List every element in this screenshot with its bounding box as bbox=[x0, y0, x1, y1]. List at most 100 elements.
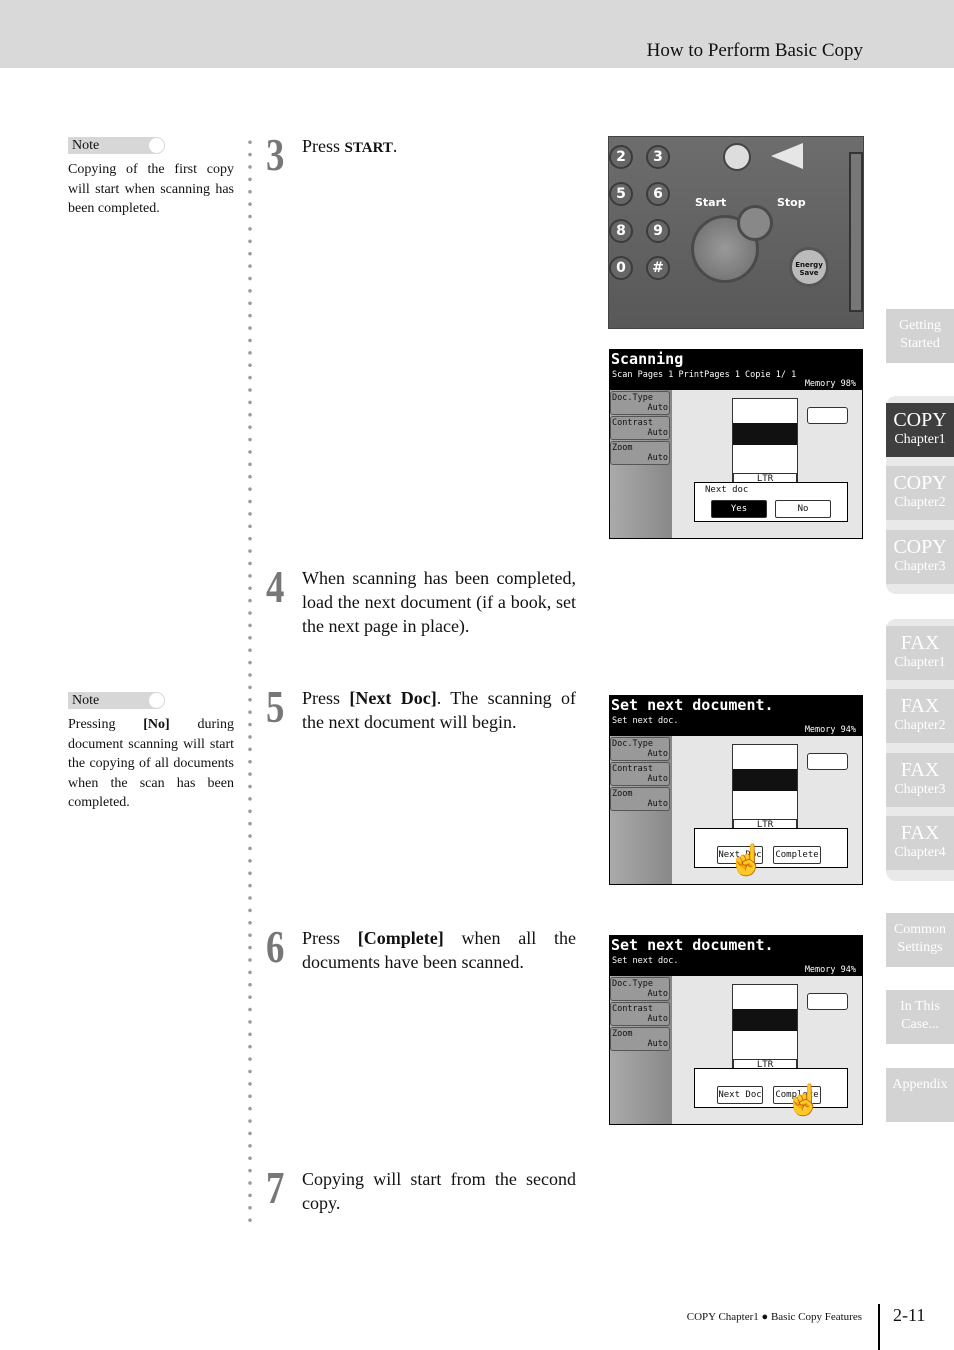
step-number: 4 bbox=[266, 561, 285, 612]
screen-setting-button: Contrast Auto bbox=[610, 416, 670, 440]
tab-label: FAX bbox=[900, 632, 940, 654]
touch-screen-1: Scanning Scan Pages 1 PrintPages 1 Copie … bbox=[609, 349, 863, 539]
tab-label: COPY bbox=[893, 409, 947, 431]
memory-indicator: Memory 94% bbox=[804, 725, 856, 735]
round-button bbox=[723, 143, 751, 171]
step-4: 4 When scanning has been completed, load … bbox=[266, 561, 576, 638]
note-text-bold: [No] bbox=[143, 717, 170, 732]
setting-value: Auto bbox=[647, 749, 668, 759]
setting-value: Auto bbox=[647, 428, 668, 438]
step-3: 3 Press START. bbox=[266, 129, 576, 180]
tab-label: FAX bbox=[900, 695, 940, 717]
tab-sublabel: Chapter1 bbox=[894, 655, 946, 670]
screen-title: Set next document. bbox=[611, 696, 774, 714]
footer-divider bbox=[878, 1304, 880, 1350]
sidebar-tab-copy-chapter3[interactable]: COPY Chapter3 bbox=[886, 530, 954, 584]
step-text: When scanning has been completed, load t… bbox=[302, 568, 576, 636]
bypass-tray-box bbox=[807, 753, 848, 770]
screen-setting-button: Zoom Auto bbox=[610, 1027, 670, 1051]
tab-label: COPY bbox=[893, 472, 947, 494]
step-text: Copying will start from the second copy. bbox=[302, 1169, 576, 1213]
sidebar-tab-in-this-case-[interactable]: In This Case... bbox=[886, 990, 954, 1044]
key-9: 9 bbox=[646, 219, 670, 243]
panel-display-edge bbox=[849, 152, 863, 312]
screen-dialog: Next Doc Complete bbox=[694, 828, 848, 868]
page-header: How to Perform Basic Copy bbox=[0, 0, 954, 68]
note-text: Copying of the first copy will start whe… bbox=[68, 162, 234, 216]
tab-sublabel: Chapter3 bbox=[894, 782, 946, 797]
step-6: 6 Press [Complete] when all the documents… bbox=[266, 921, 576, 974]
control-panel-image: 2 3 5 6 8 9 0 # Start Stop Energy Save bbox=[608, 136, 864, 329]
screen-dialog: Next doc Yes No bbox=[694, 482, 848, 522]
setting-label: Zoom bbox=[612, 1029, 633, 1039]
back-arrow-icon bbox=[771, 143, 803, 169]
footer-chapter: COPY Chapter1 bbox=[686, 1311, 759, 1323]
dialog-button-next-doc[interactable]: Next Doc bbox=[717, 1086, 763, 1104]
dialog-button-no[interactable]: No bbox=[775, 500, 831, 518]
sidebar-tab-copy-chapter1[interactable]: COPY Chapter1 bbox=[886, 403, 954, 457]
setting-label: Doc.Type bbox=[612, 739, 653, 749]
touch-screen-3: Set next document. Set next doc. Memory 94… bbox=[609, 935, 863, 1125]
energy-save-button: Energy Save bbox=[789, 247, 829, 287]
sidebar-tab-fax-chapter4[interactable]: FAX Chapter4 bbox=[886, 816, 954, 870]
step-text: . bbox=[392, 136, 398, 156]
step-5: 5 Press [Next Doc]. The scanning of the n… bbox=[266, 681, 576, 734]
step-7: 7 Copying will start from the second copy… bbox=[266, 1162, 576, 1215]
screen-setting-button: Doc.Type Auto bbox=[610, 391, 670, 415]
screen-setting-button: Zoom Auto bbox=[610, 787, 670, 811]
tab-label: Appendix bbox=[892, 1077, 948, 1092]
sidebar-tab-appendix[interactable]: Appendix bbox=[886, 1068, 954, 1122]
memory-indicator: Memory 94% bbox=[804, 965, 856, 975]
sidebar-tab-getting-started[interactable]: Getting Started bbox=[886, 309, 954, 363]
note-2: Note Pressing [No] during document scann… bbox=[68, 692, 234, 813]
pointing-hand-icon: ☝ bbox=[784, 1083, 823, 1119]
setting-value: Auto bbox=[647, 774, 668, 784]
screen-setting-button: Doc.Type Auto bbox=[610, 737, 670, 761]
sidebar-tab-fax-chapter2[interactable]: FAX Chapter2 bbox=[886, 689, 954, 743]
step-number: 5 bbox=[266, 681, 285, 732]
setting-label: Doc.Type bbox=[612, 393, 653, 403]
note-1: Note Copying of the first copy will star… bbox=[68, 137, 234, 219]
setting-label: Contrast bbox=[612, 418, 653, 428]
step-key: START bbox=[344, 140, 393, 156]
setting-label: Zoom bbox=[612, 443, 633, 453]
setting-value: Auto bbox=[647, 1014, 668, 1024]
sidebar-tab-fax-chapter3[interactable]: FAX Chapter3 bbox=[886, 753, 954, 807]
tab-sublabel: Case... bbox=[901, 1017, 939, 1032]
setting-value: Auto bbox=[647, 403, 668, 413]
setting-label: Doc.Type bbox=[612, 979, 653, 989]
dialog-label: Next doc bbox=[705, 485, 749, 495]
sidebar-tab-fax-chapter1[interactable]: FAX Chapter1 bbox=[886, 626, 954, 680]
setting-label: Zoom bbox=[612, 789, 633, 799]
screen-title: Set next document. bbox=[611, 936, 774, 954]
step-text: Press bbox=[302, 688, 350, 708]
bypass-tray-box bbox=[807, 407, 848, 424]
tab-sublabel: Chapter2 bbox=[894, 718, 946, 733]
sidebar-tab-common-settings[interactable]: Common Settings bbox=[886, 913, 954, 967]
dialog-button-complete[interactable]: Complete bbox=[773, 846, 821, 864]
setting-value: Auto bbox=[647, 453, 668, 463]
tab-label: In This bbox=[900, 999, 940, 1014]
setting-label: Contrast bbox=[612, 1004, 653, 1014]
tab-label: Getting bbox=[899, 318, 941, 333]
stop-label: Stop bbox=[777, 196, 806, 209]
tab-sublabel: Started bbox=[900, 336, 940, 351]
setting-value: Auto bbox=[647, 1039, 668, 1049]
bullet-icon: ● bbox=[761, 1311, 769, 1323]
header-title: How to Perform Basic Copy bbox=[646, 40, 863, 61]
footer-section: COPY Chapter1 ● Basic Copy Features bbox=[687, 1311, 862, 1323]
screen-setting-button: Contrast Auto bbox=[610, 1002, 670, 1026]
bypass-tray-box bbox=[807, 993, 848, 1010]
step-key: [Complete] bbox=[357, 928, 444, 948]
key-3: 3 bbox=[646, 145, 670, 169]
footer-section-name: Basic Copy Features bbox=[770, 1311, 862, 1323]
memory-indicator: Memory 98% bbox=[804, 379, 856, 389]
step-key: [Next Doc] bbox=[349, 688, 437, 708]
dialog-button-yes[interactable]: Yes bbox=[711, 500, 767, 518]
tab-sublabel: Chapter4 bbox=[894, 845, 946, 860]
step-text: Press bbox=[302, 136, 345, 156]
step-number: 3 bbox=[266, 129, 285, 180]
key-8: 8 bbox=[609, 219, 633, 243]
sidebar-tab-copy-chapter2[interactable]: COPY Chapter2 bbox=[886, 466, 954, 520]
screen-subtitle: Set next doc. bbox=[612, 956, 679, 966]
